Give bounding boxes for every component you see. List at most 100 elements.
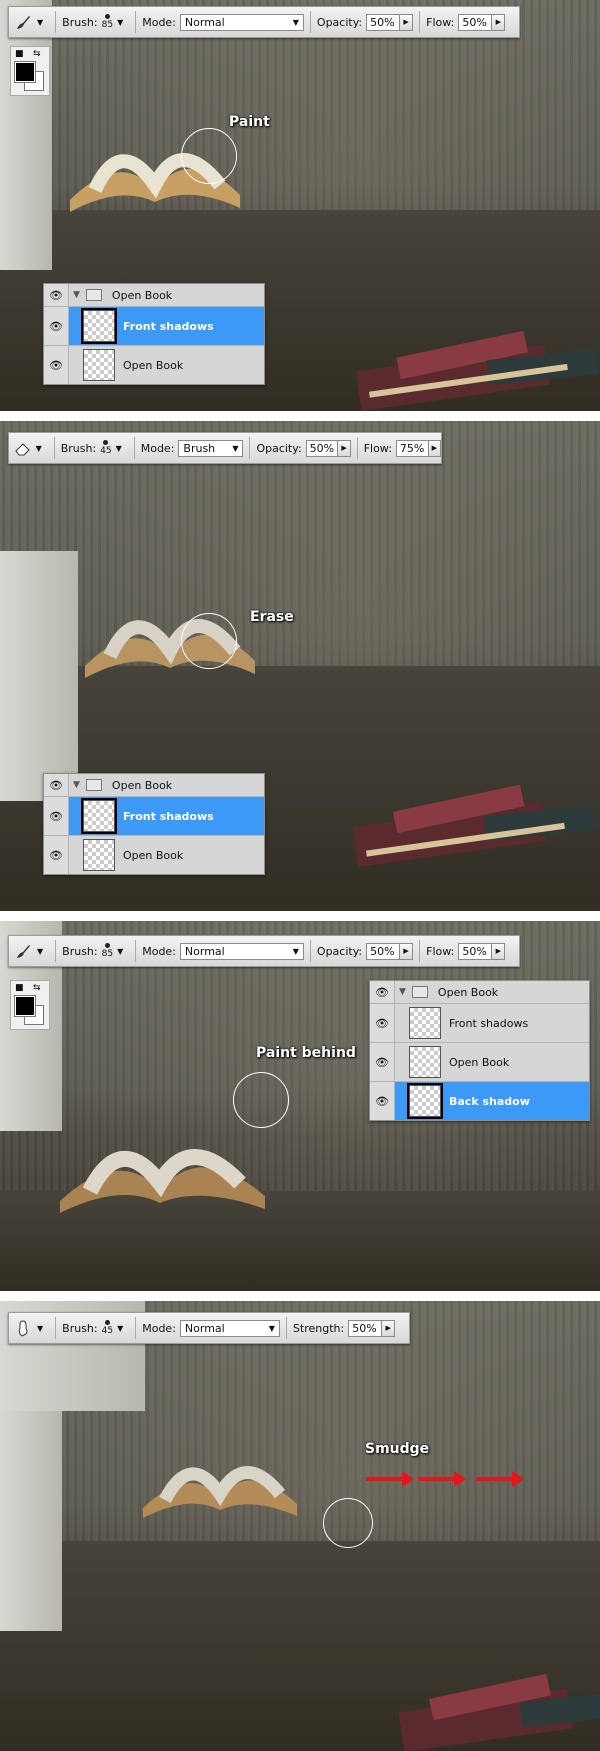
brush-preset-picker[interactable]: 45: [100, 440, 112, 456]
smudge-icon[interactable]: [9, 1319, 37, 1337]
brush-dropdown-arrow[interactable]: ▼: [117, 947, 123, 956]
options-bar: ▼ Brush: 45 ▼ Mode: Brush ▼ Opacity: 50% …: [8, 432, 442, 464]
layer-row[interactable]: 👁 Open Book: [44, 345, 264, 384]
flow-slider-button[interactable]: ▶: [492, 942, 506, 960]
opacity-label: Opacity:: [316, 15, 363, 29]
brush-preset-picker[interactable]: 45: [102, 1320, 113, 1336]
eraser-cursor: [181, 613, 237, 669]
brush-icon[interactable]: [9, 942, 37, 960]
brush-size: 85: [101, 949, 114, 959]
caption: Erase: [250, 609, 294, 625]
eye-icon[interactable]: 👁: [370, 1082, 395, 1120]
opacity-slider-button[interactable]: ▶: [400, 13, 414, 31]
eye-icon[interactable]: 👁: [44, 774, 69, 796]
wall-step: [0, 551, 78, 801]
opacity-input[interactable]: 50%: [366, 942, 401, 960]
layer-row[interactable]: 👁 Front shadows: [370, 1003, 589, 1042]
brush-dropdown-arrow[interactable]: ▼: [117, 1324, 123, 1333]
mode-select[interactable]: Normal ▼: [179, 13, 304, 31]
strength-label: Strength:: [292, 1321, 345, 1335]
options-bar: ▼ Brush: 85 ▼ Mode: Normal ▼ Opacity: 50%…: [8, 935, 520, 967]
open-book-image: [60, 1149, 265, 1213]
tool-preset-dropdown[interactable]: ▼: [37, 947, 43, 956]
layer-name: Front shadows: [123, 319, 214, 333]
options-bar: ▼ Brush: 85 ▼ Mode: Normal ▼ Opacity: 50%…: [8, 6, 520, 38]
foreground-color[interactable]: [14, 995, 36, 1017]
layer-row[interactable]: 👁 Front shadows: [44, 306, 264, 345]
layer-thumbnail: [83, 349, 115, 381]
eye-icon[interactable]: 👁: [44, 307, 69, 345]
mode-select[interactable]: Brush ▼: [178, 439, 244, 457]
swap-colors-icon[interactable]: ⇆: [33, 983, 41, 993]
arrow-right-icon: [366, 1471, 414, 1487]
flow-slider-button[interactable]: ▶: [492, 13, 506, 31]
layer-name: Open Book: [449, 1055, 510, 1069]
eraser-icon[interactable]: [9, 439, 36, 457]
default-colors-icon[interactable]: ■: [15, 983, 24, 993]
mode-label: Mode:: [142, 944, 176, 958]
layer-row[interactable]: 👁 Front shadows: [44, 796, 264, 835]
options-bar: ▼ Brush: 45 ▼ Mode: Normal ▼ Strength: 50…: [8, 1312, 410, 1344]
mode-select[interactable]: Normal ▼: [179, 942, 304, 960]
eye-icon[interactable]: 👁: [370, 1043, 395, 1081]
layer-row[interactable]: 👁 Open Book: [370, 1042, 589, 1081]
eye-icon[interactable]: 👁: [44, 797, 69, 835]
mode-value: Normal: [184, 15, 225, 29]
strength-input[interactable]: 50%: [348, 1319, 383, 1337]
opacity-label: Opacity:: [256, 441, 302, 455]
opacity-input[interactable]: 50%: [366, 13, 401, 31]
arrow-right-icon: [476, 1471, 524, 1487]
flow-label: Flow:: [426, 944, 455, 958]
flow-input[interactable]: 75%: [395, 439, 429, 457]
tool-preset-dropdown[interactable]: ▼: [37, 18, 43, 27]
brush-dropdown-arrow[interactable]: ▼: [116, 444, 122, 453]
tool-preset-dropdown[interactable]: ▼: [36, 444, 42, 453]
flow-label: Flow:: [363, 441, 392, 455]
mode-value: Normal: [184, 1321, 225, 1335]
brush-dropdown-arrow[interactable]: ▼: [117, 18, 123, 27]
opacity-slider-button[interactable]: ▶: [338, 439, 351, 457]
brush-cursor: [233, 1072, 289, 1128]
foreground-color[interactable]: [14, 61, 36, 83]
opacity-input[interactable]: 50%: [305, 439, 339, 457]
color-swatches: ■ ⇆: [10, 46, 50, 96]
caption: Paint behind: [256, 1045, 356, 1061]
layer-row[interactable]: 👁 Open Book: [44, 835, 264, 874]
panel-paint-behind: ▼ Brush: 85 ▼ Mode: Normal ▼ Opacity: 50%…: [0, 921, 600, 1291]
layer-row[interactable]: 👁 Back shadow: [370, 1081, 589, 1120]
flow-input[interactable]: 50%: [458, 13, 493, 31]
eye-icon[interactable]: 👁: [44, 284, 69, 306]
strength-slider-button[interactable]: ▶: [382, 1319, 396, 1337]
wall-pillar: [0, 0, 52, 270]
eye-icon[interactable]: 👁: [44, 346, 69, 384]
layer-thumbnail: [83, 839, 115, 871]
tool-preset-dropdown[interactable]: ▼: [37, 1324, 43, 1333]
flow-slider-button[interactable]: ▶: [428, 439, 441, 457]
panel-smudge: ▼ Brush: 45 ▼ Mode: Normal ▼ Strength: 50…: [0, 1301, 600, 1751]
layers-panel: 👁 ▼ Open Book 👁 Front shadows 👁 Open Boo…: [43, 773, 265, 875]
mode-select[interactable]: Normal ▼: [179, 1319, 280, 1337]
flow-label: Flow:: [426, 15, 455, 29]
expand-triangle-icon[interactable]: ▼: [399, 987, 406, 997]
layer-name: Open Book: [437, 985, 499, 999]
flow-input[interactable]: 50%: [458, 942, 493, 960]
layer-name: Back shadow: [449, 1094, 530, 1108]
brush-preset-picker[interactable]: 85: [102, 14, 113, 30]
chevron-down-icon: ▼: [292, 17, 299, 27]
eye-icon[interactable]: 👁: [44, 836, 69, 874]
eye-icon[interactable]: 👁: [370, 981, 395, 1003]
expand-triangle-icon[interactable]: ▼: [73, 780, 80, 790]
layer-group[interactable]: 👁 ▼ Open Book: [44, 284, 264, 306]
chevron-down-icon: ▼: [292, 946, 299, 956]
layer-group[interactable]: 👁 ▼ Open Book: [370, 981, 589, 1003]
brush-cursor: [181, 128, 237, 184]
brush-icon[interactable]: [9, 13, 37, 31]
expand-triangle-icon[interactable]: ▼: [73, 290, 80, 300]
opacity-slider-button[interactable]: ▶: [400, 942, 414, 960]
layer-group[interactable]: 👁 ▼ Open Book: [44, 774, 264, 796]
eye-icon[interactable]: 👁: [370, 1004, 395, 1042]
swap-colors-icon[interactable]: ⇆: [33, 49, 41, 59]
brush-preset-picker[interactable]: 85: [102, 943, 113, 959]
default-colors-icon[interactable]: ■: [15, 49, 24, 59]
brush-label: Brush:: [62, 15, 98, 29]
